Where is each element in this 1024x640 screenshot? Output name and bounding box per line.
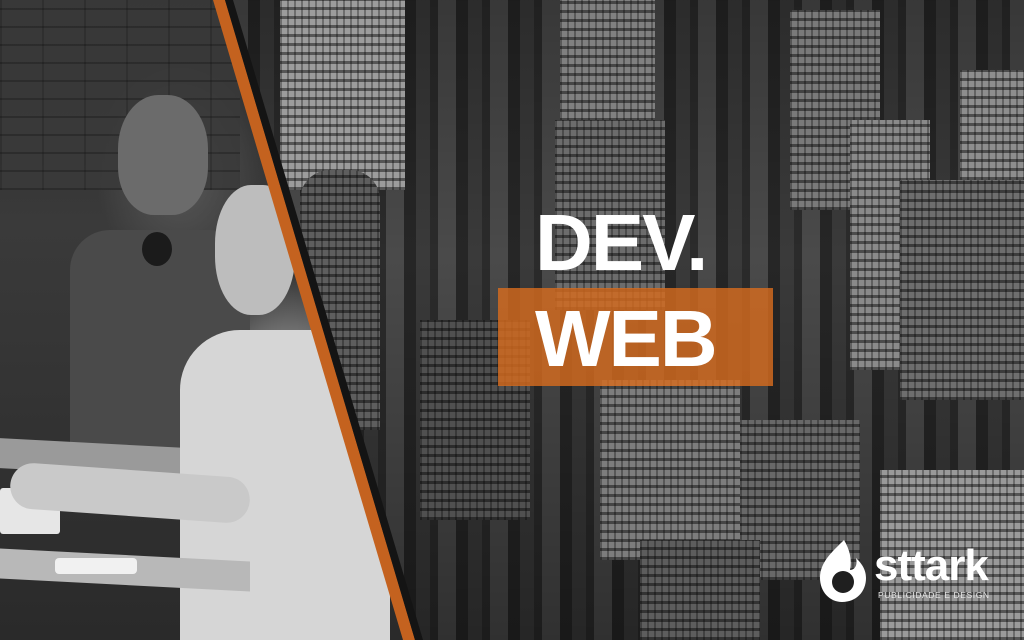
skyscraper — [600, 380, 740, 560]
brand-logo: sttark PUBLICIDADE E DESIGN — [812, 538, 1002, 608]
skyscraper — [560, 0, 655, 130]
skyscraper — [640, 540, 760, 640]
smartphone — [55, 558, 137, 574]
skyscraper — [960, 70, 1024, 180]
brand-name: sttark — [874, 541, 989, 590]
developer-1-head — [118, 95, 208, 215]
headline-line-2: WEB — [535, 294, 718, 383]
headline: DEV. WEB — [535, 195, 718, 387]
skyscraper — [900, 180, 1024, 400]
brand-tagline: PUBLICIDADE E DESIGN — [878, 590, 990, 600]
headphones — [142, 232, 172, 266]
skyscraper — [280, 0, 405, 190]
flame-icon — [820, 540, 866, 602]
headline-line-1: DEV. — [535, 198, 708, 287]
banner: DEV. WEB sttark PUBLICIDADE E DESIGN — [0, 0, 1024, 640]
